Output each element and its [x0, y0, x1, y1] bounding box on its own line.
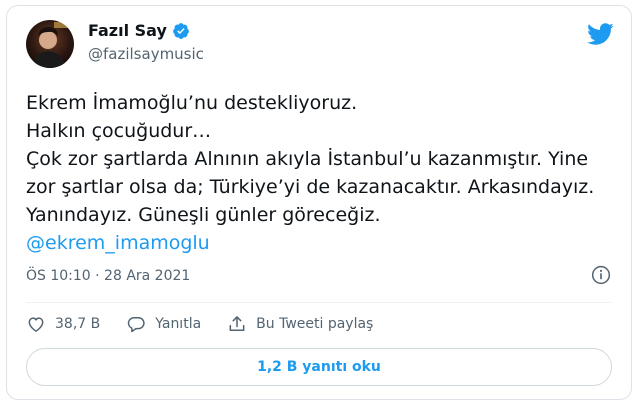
tweet-line: Yanındayız. Güneşli günler göreceğiz.: [26, 204, 381, 226]
avatar-image: [26, 20, 74, 68]
reply-icon: [128, 317, 145, 333]
author-name[interactable]: Fazıl Say: [88, 21, 167, 40]
share-button[interactable]: Bu Tweeti paylaş: [227, 314, 373, 334]
divider: [26, 302, 612, 303]
share-label: Bu Tweeti paylaş: [256, 316, 374, 332]
reply-button[interactable]: Yanıtla: [126, 314, 201, 334]
heart-icon: [28, 317, 44, 332]
tweet-line: Halkın çocuğudur…: [26, 120, 212, 142]
reply-label: Yanıtla: [155, 316, 202, 332]
tweet-line: Çok zor şartlarda Alnının akıyla İstanbu…: [26, 148, 589, 170]
avatar[interactable]: [26, 20, 74, 68]
tweet-text: Ekrem İmamoğlu’nu destekliyoruz. Halkın …: [26, 89, 626, 257]
action-bar: 38,7 B Yanıtla Bu Tweeti paylaş: [26, 314, 399, 334]
share-icon: [229, 316, 245, 331]
author-handle[interactable]: @fazilsaymusic: [88, 45, 204, 63]
verified-badge-icon: [173, 22, 189, 39]
tweet-card: Fazıl Say @fazilsaymusic Ekrem İmamoğlu’…: [6, 5, 632, 400]
info-icon[interactable]: [591, 265, 611, 285]
twitter-bird-icon[interactable]: [586, 22, 614, 46]
tweet-timestamp[interactable]: ÖS 10:10 · 28 Ara 2021: [26, 268, 190, 284]
like-button[interactable]: 38,7 B: [26, 314, 100, 334]
read-replies-button[interactable]: 1,2 B yanıtı oku: [26, 348, 612, 386]
mention-link[interactable]: @ekrem_imamoglu: [26, 229, 626, 257]
like-count: 38,7 B: [55, 316, 101, 332]
tweet-line: zor şartlar olsa da; Türkiye’yi de kazan…: [26, 176, 595, 198]
tweet-line: Ekrem İmamoğlu’nu destekliyoruz.: [26, 92, 358, 114]
